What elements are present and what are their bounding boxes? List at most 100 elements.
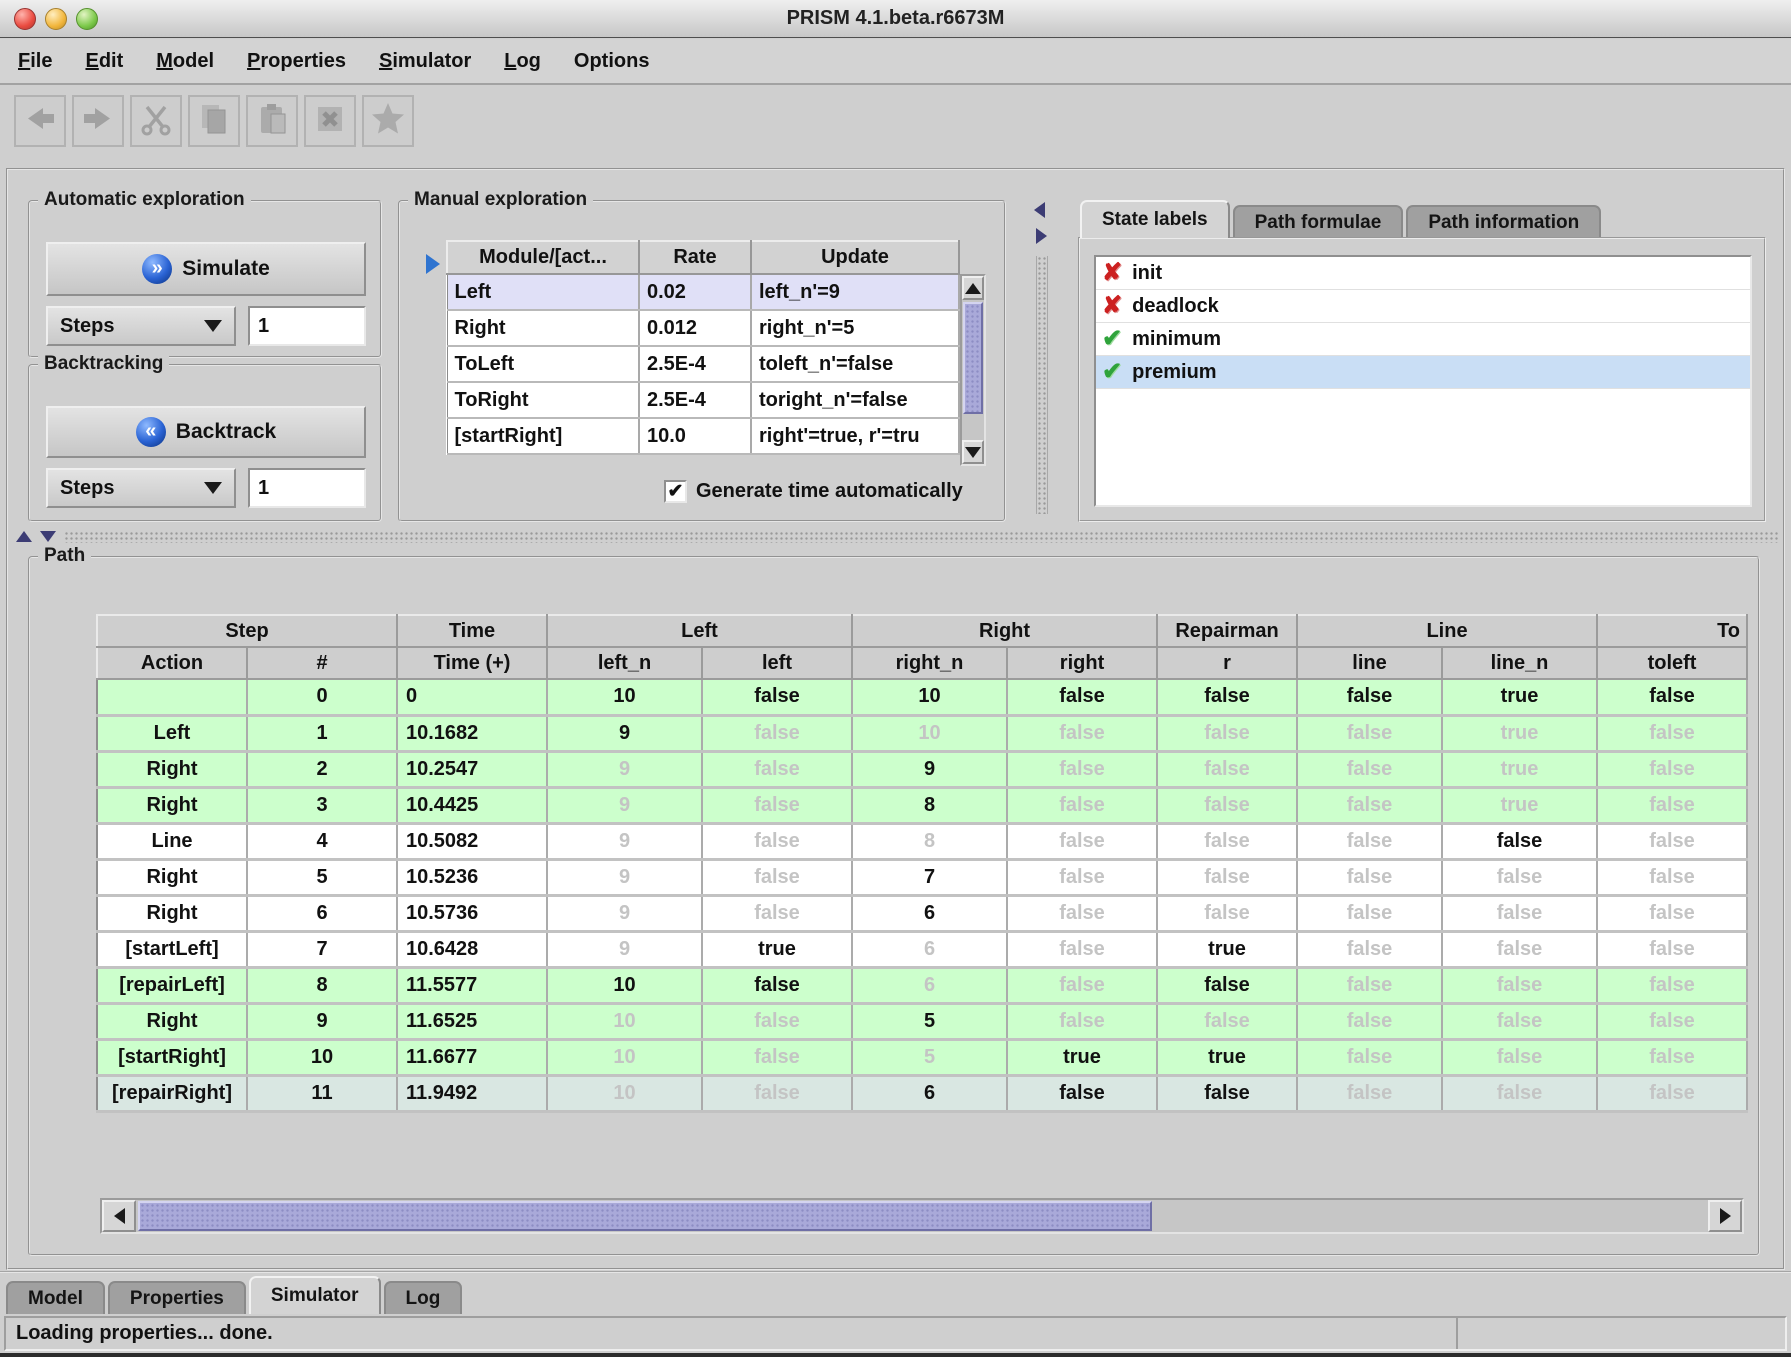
state-label-premium[interactable]: ✔premium xyxy=(1096,356,1750,389)
manual-col-module-act[interactable]: Module/[act... xyxy=(447,241,639,274)
collapse-down-icon[interactable] xyxy=(40,531,56,542)
path-col-line-n[interactable]: line_n xyxy=(1442,647,1597,679)
state-label-text: deadlock xyxy=(1132,295,1219,318)
vertical-splitter[interactable] xyxy=(1032,198,1054,522)
transition-row[interactable]: Left0.02left_n'=9 xyxy=(447,274,959,310)
undo-button[interactable] xyxy=(14,95,66,147)
path-col-num[interactable]: # xyxy=(247,647,397,679)
path-group-header: StepTimeLeftRightRepairmanLineTo xyxy=(97,615,1747,647)
scroll-down-button[interactable] xyxy=(962,440,984,464)
path-step-row[interactable]: Right310.44259false8falsefalsefalsetruef… xyxy=(97,787,1747,823)
path-group-step: Step xyxy=(97,615,397,647)
manual-col-rate[interactable]: Rate xyxy=(639,241,751,274)
redo-button[interactable] xyxy=(72,95,124,147)
view-tab-simulator[interactable]: Simulator xyxy=(249,1276,381,1314)
path-col-left-n[interactable]: left_n xyxy=(547,647,702,679)
cell xyxy=(97,679,247,715)
path-col-time[interactable]: Time (+) xyxy=(397,647,547,679)
transition-row[interactable]: Right0.012right_n'=5 xyxy=(447,310,959,346)
path-col-line[interactable]: line xyxy=(1297,647,1442,679)
path-scrollbar[interactable] xyxy=(100,1198,1744,1234)
path-step-row[interactable]: Right911.652510false5falsefalsefalsefals… xyxy=(97,1003,1747,1039)
favorite-button[interactable] xyxy=(362,95,414,147)
path-col-action[interactable]: Action xyxy=(97,647,247,679)
path-step-row[interactable]: Right610.57369false6falsefalsefalsefalse… xyxy=(97,895,1747,931)
manual-col-update[interactable]: Update xyxy=(751,241,959,274)
path-title: Path xyxy=(38,545,91,567)
manual-table-scrollbar[interactable] xyxy=(960,274,986,466)
scroll-up-button[interactable] xyxy=(962,276,984,300)
path-step-row[interactable]: Left110.16829false10falsefalsefalsetruef… xyxy=(97,715,1747,751)
simulate-button[interactable]: » Simulate xyxy=(46,242,366,296)
minimize-button[interactable] xyxy=(45,8,67,30)
collapse-right-icon[interactable] xyxy=(1036,228,1047,244)
menu-options[interactable]: Options xyxy=(574,50,650,73)
state-label-minimum[interactable]: ✔minimum xyxy=(1096,323,1750,356)
cell: false xyxy=(1442,1039,1597,1075)
copy-button[interactable] xyxy=(188,95,240,147)
tab-path-information[interactable]: Path information xyxy=(1406,205,1601,238)
cell: false xyxy=(1442,931,1597,967)
path-step-row[interactable]: [startLeft]710.64289true6falsetruefalsef… xyxy=(97,931,1747,967)
simulate-steps-input[interactable]: 1 xyxy=(248,306,366,346)
horizontal-splitter[interactable] xyxy=(8,528,1783,546)
tab-state-labels[interactable]: State labels xyxy=(1080,200,1230,238)
cell: false xyxy=(1007,895,1157,931)
menu-edit[interactable]: Edit xyxy=(85,50,123,73)
menu-file[interactable]: File xyxy=(18,50,52,73)
cell: false xyxy=(702,787,852,823)
cell: Right xyxy=(97,1003,247,1039)
scroll-left-button[interactable] xyxy=(102,1200,136,1232)
path-col-r[interactable]: r xyxy=(1157,647,1297,679)
backtrack-steps-input[interactable]: 1 xyxy=(248,468,366,508)
path-step-row[interactable]: Line410.50829false8falsefalsefalsefalsef… xyxy=(97,823,1747,859)
backtrack-button[interactable]: « Backtrack xyxy=(46,406,366,458)
path-col-right[interactable]: right xyxy=(1007,647,1157,679)
transition-row[interactable]: ToLeft2.5E-4toleft_n'=false xyxy=(447,346,959,382)
view-tab-log[interactable]: Log xyxy=(384,1281,463,1314)
menu-model[interactable]: Model xyxy=(156,50,214,73)
paste-button[interactable] xyxy=(246,95,298,147)
zoom-button[interactable] xyxy=(76,8,98,30)
tab-path-formulae[interactable]: Path formulae xyxy=(1233,205,1404,238)
path-step-row[interactable]: [startRight]1011.667710false5truetruefal… xyxy=(97,1039,1747,1075)
path-step-row[interactable]: Right210.25479false9falsefalsefalsetruef… xyxy=(97,751,1747,787)
cell: 11.6525 xyxy=(397,1003,547,1039)
path-step-row[interactable]: Right510.52369false7falsefalsefalsefalse… xyxy=(97,859,1747,895)
menu-log[interactable]: Log xyxy=(504,50,541,73)
path-col-right-n[interactable]: right_n xyxy=(852,647,1007,679)
simulate-steps-dropdown[interactable]: Steps xyxy=(46,306,236,346)
cell: 8 xyxy=(852,787,1007,823)
state-label-deadlock[interactable]: ✘deadlock xyxy=(1096,290,1750,323)
path-col-left[interactable]: left xyxy=(702,647,852,679)
scrollbar-thumb[interactable] xyxy=(138,1201,1152,1231)
view-tab-model[interactable]: Model xyxy=(6,1281,105,1314)
scrollbar-thumb[interactable] xyxy=(963,302,983,414)
transition-row[interactable]: ToRight2.5E-4toright_n'=false xyxy=(447,382,959,418)
path-step-row[interactable]: [repairRight]1111.949210false6falsefalse… xyxy=(97,1075,1747,1111)
chevron-down-icon xyxy=(204,320,222,332)
cut-button[interactable] xyxy=(130,95,182,147)
transition-row[interactable]: [startRight]10.0right'=true, r'=tru xyxy=(447,418,959,454)
delete-button[interactable] xyxy=(304,95,356,147)
path-step-row[interactable]: 0010false10falsefalsefalsetruefalse xyxy=(97,679,1747,715)
backtrack-steps-dropdown[interactable]: Steps xyxy=(46,468,236,508)
menu-properties[interactable]: Properties xyxy=(247,50,346,73)
path-step-row[interactable]: [repairLeft]811.557710false6falsefalsefa… xyxy=(97,967,1747,1003)
cell: 7 xyxy=(247,931,397,967)
splitter-grip[interactable] xyxy=(1036,256,1048,514)
state-label-init[interactable]: ✘init xyxy=(1096,257,1750,290)
cell: 5 xyxy=(852,1003,1007,1039)
state-label-text: premium xyxy=(1132,361,1216,384)
menu-simulator[interactable]: Simulator xyxy=(379,50,471,73)
splitter-grip[interactable] xyxy=(64,531,1779,543)
close-button[interactable] xyxy=(14,8,36,30)
scroll-right-button[interactable] xyxy=(1708,1200,1742,1232)
collapse-up-icon[interactable] xyxy=(16,531,32,542)
view-tab-properties[interactable]: Properties xyxy=(108,1281,246,1314)
collapse-left-icon[interactable] xyxy=(1034,202,1045,218)
status-secondary-cell xyxy=(1458,1318,1785,1349)
generate-time-checkbox[interactable]: ✔ xyxy=(664,480,687,503)
cell: [startLeft] xyxy=(97,931,247,967)
path-col-toleft[interactable]: toleft xyxy=(1597,647,1747,679)
